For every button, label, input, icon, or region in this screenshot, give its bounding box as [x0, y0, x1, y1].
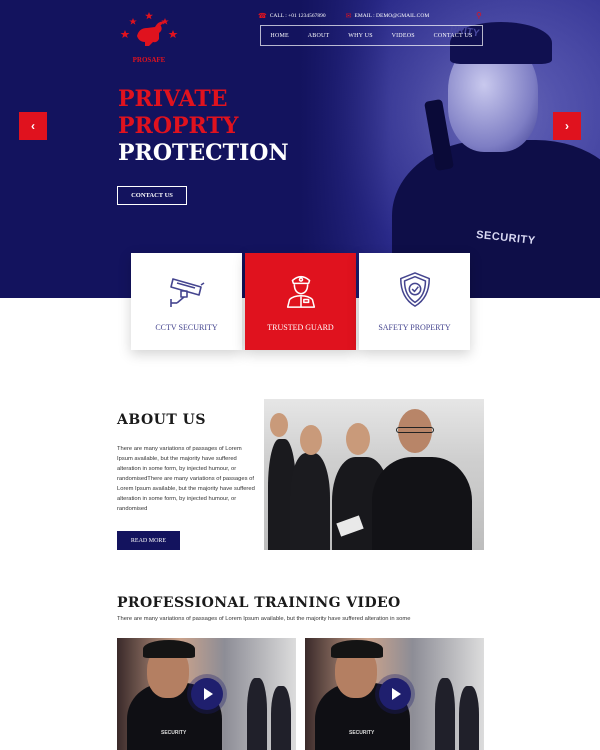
- brand-logo[interactable]: PROSAFE: [114, 6, 184, 66]
- cctv-icon: [169, 278, 204, 307]
- feature-label: SAFETY PROPERTY: [378, 323, 451, 332]
- feature-card-cctv[interactable]: CCTV SECURITY: [131, 253, 242, 350]
- nav-about[interactable]: ABOUT: [308, 33, 330, 39]
- guard-icon: [286, 275, 315, 308]
- hero-contact-button[interactable]: CONTACT US: [117, 186, 187, 205]
- about-paragraph: There are many variations of passages of…: [117, 446, 255, 512]
- nav-contact-us[interactable]: CONTACT US: [434, 33, 473, 39]
- nav-home[interactable]: HOME: [270, 33, 288, 39]
- email-contact[interactable]: ✉ EMAIL : DEMO@GMAIL.COM: [346, 12, 430, 20]
- about-team-photo: [264, 399, 484, 550]
- read-more-button[interactable]: READ MORE: [117, 531, 180, 550]
- training-video-1[interactable]: SECURITY: [117, 638, 296, 750]
- phone-text: CALL : +01 1234567890: [269, 13, 326, 19]
- search-icon[interactable]: ⚲: [476, 11, 482, 20]
- bull-logo-icon: [120, 12, 178, 46]
- training-heading: PROFESSIONAL TRAINING VIDEO: [117, 595, 401, 611]
- envelope-icon: ✉: [345, 12, 352, 20]
- slider-prev-button[interactable]: ‹: [19, 112, 47, 140]
- contact-bar: ☎ CALL : +01 1234567890 ✉ EMAIL : DEMO@G…: [258, 12, 429, 20]
- phone-icon: ☎: [258, 12, 267, 20]
- hero-line-1: PRIVATE: [118, 86, 228, 112]
- feature-cards: CCTV SECURITY TRUSTED GUARD SAFETY PROPE…: [131, 253, 470, 350]
- play-button[interactable]: [379, 678, 411, 710]
- feature-label: CCTV SECURITY: [155, 323, 218, 332]
- nav-videos[interactable]: VIDEOS: [392, 33, 415, 39]
- chevron-right-icon: ›: [565, 119, 569, 133]
- training-video-2[interactable]: SECURITY: [305, 638, 484, 750]
- play-icon: [392, 688, 401, 700]
- feature-card-guard[interactable]: TRUSTED GUARD: [245, 253, 356, 350]
- brand-name: PROSAFE: [132, 56, 166, 64]
- about-heading: ABOUT US: [117, 412, 206, 428]
- feature-label: TRUSTED GUARD: [267, 323, 334, 332]
- hero-line-3: PROTECTION: [118, 140, 289, 166]
- phone-contact[interactable]: ☎ CALL : +01 1234567890: [258, 12, 326, 20]
- main-navigation: HOME ABOUT WHY US VIDEOS CONTACT US: [260, 25, 483, 46]
- nav-why-us[interactable]: WHY US: [348, 33, 372, 39]
- play-icon: [204, 688, 213, 700]
- play-button[interactable]: [191, 678, 223, 710]
- email-text: EMAIL : DEMO@GMAIL.COM: [354, 13, 430, 19]
- feature-card-safety[interactable]: SAFETY PROPERTY: [359, 253, 470, 350]
- video-shirt-text: SECURITY: [161, 730, 187, 736]
- video-shirt-text: SECURITY: [349, 730, 375, 736]
- chevron-left-icon: ‹: [31, 119, 35, 133]
- shield-check-icon: [399, 272, 430, 307]
- slider-next-button[interactable]: ›: [553, 112, 581, 140]
- hero-heading: PRIVATE PROPRTY PROTECTION: [118, 86, 289, 167]
- training-paragraph: There are many variations of passages of…: [117, 616, 411, 622]
- hero-line-2: PROPRTY: [118, 113, 239, 139]
